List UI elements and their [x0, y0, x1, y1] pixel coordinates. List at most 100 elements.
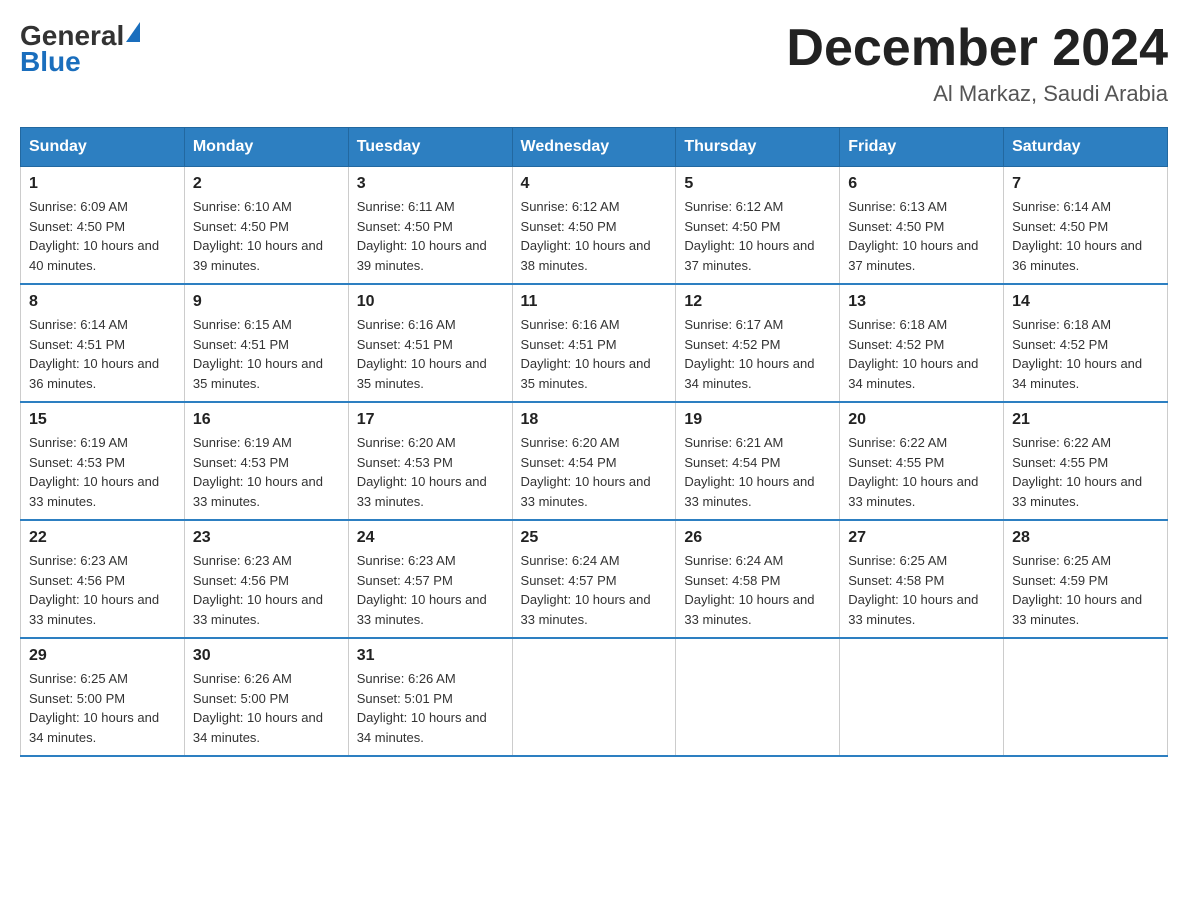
header-row: SundayMondayTuesdayWednesdayThursdayFrid… — [21, 128, 1168, 167]
day-number: 22 — [29, 529, 176, 547]
day-info: Sunrise: 6:14 AMSunset: 4:50 PMDaylight:… — [1012, 199, 1142, 273]
header-cell-sunday: Sunday — [21, 128, 185, 167]
day-number: 27 — [848, 529, 995, 547]
day-info: Sunrise: 6:25 AMSunset: 4:58 PMDaylight:… — [848, 553, 978, 627]
day-number: 6 — [848, 175, 995, 193]
header-cell-saturday: Saturday — [1004, 128, 1168, 167]
calendar-day-cell: 11 Sunrise: 6:16 AMSunset: 4:51 PMDaylig… — [512, 284, 676, 402]
day-info: Sunrise: 6:23 AMSunset: 4:56 PMDaylight:… — [193, 553, 323, 627]
calendar-day-cell: 14 Sunrise: 6:18 AMSunset: 4:52 PMDaylig… — [1004, 284, 1168, 402]
calendar-week-row: 29 Sunrise: 6:25 AMSunset: 5:00 PMDaylig… — [21, 638, 1168, 756]
calendar-day-cell: 25 Sunrise: 6:24 AMSunset: 4:57 PMDaylig… — [512, 520, 676, 638]
day-info: Sunrise: 6:16 AMSunset: 4:51 PMDaylight:… — [357, 317, 487, 391]
calendar-day-cell: 6 Sunrise: 6:13 AMSunset: 4:50 PMDayligh… — [840, 167, 1004, 285]
header-cell-tuesday: Tuesday — [348, 128, 512, 167]
calendar-day-cell: 18 Sunrise: 6:20 AMSunset: 4:54 PMDaylig… — [512, 402, 676, 520]
day-number: 1 — [29, 175, 176, 193]
calendar-day-cell: 15 Sunrise: 6:19 AMSunset: 4:53 PMDaylig… — [21, 402, 185, 520]
calendar-day-cell: 9 Sunrise: 6:15 AMSunset: 4:51 PMDayligh… — [184, 284, 348, 402]
day-number: 15 — [29, 411, 176, 429]
calendar-day-cell — [512, 638, 676, 756]
day-info: Sunrise: 6:22 AMSunset: 4:55 PMDaylight:… — [848, 435, 978, 509]
day-number: 25 — [521, 529, 668, 547]
header-cell-thursday: Thursday — [676, 128, 840, 167]
day-number: 30 — [193, 647, 340, 665]
calendar-week-row: 8 Sunrise: 6:14 AMSunset: 4:51 PMDayligh… — [21, 284, 1168, 402]
day-info: Sunrise: 6:20 AMSunset: 4:54 PMDaylight:… — [521, 435, 651, 509]
calendar-day-cell: 8 Sunrise: 6:14 AMSunset: 4:51 PMDayligh… — [21, 284, 185, 402]
day-info: Sunrise: 6:23 AMSunset: 4:57 PMDaylight:… — [357, 553, 487, 627]
calendar-day-cell: 27 Sunrise: 6:25 AMSunset: 4:58 PMDaylig… — [840, 520, 1004, 638]
calendar-day-cell: 19 Sunrise: 6:21 AMSunset: 4:54 PMDaylig… — [676, 402, 840, 520]
day-info: Sunrise: 6:16 AMSunset: 4:51 PMDaylight:… — [521, 317, 651, 391]
calendar-day-cell: 22 Sunrise: 6:23 AMSunset: 4:56 PMDaylig… — [21, 520, 185, 638]
day-number: 23 — [193, 529, 340, 547]
day-info: Sunrise: 6:23 AMSunset: 4:56 PMDaylight:… — [29, 553, 159, 627]
calendar-day-cell: 13 Sunrise: 6:18 AMSunset: 4:52 PMDaylig… — [840, 284, 1004, 402]
day-info: Sunrise: 6:25 AMSunset: 4:59 PMDaylight:… — [1012, 553, 1142, 627]
day-info: Sunrise: 6:09 AMSunset: 4:50 PMDaylight:… — [29, 199, 159, 273]
day-number: 4 — [521, 175, 668, 193]
calendar-day-cell: 7 Sunrise: 6:14 AMSunset: 4:50 PMDayligh… — [1004, 167, 1168, 285]
day-info: Sunrise: 6:18 AMSunset: 4:52 PMDaylight:… — [848, 317, 978, 391]
day-info: Sunrise: 6:17 AMSunset: 4:52 PMDaylight:… — [684, 317, 814, 391]
header-cell-friday: Friday — [840, 128, 1004, 167]
day-number: 10 — [357, 293, 504, 311]
day-info: Sunrise: 6:13 AMSunset: 4:50 PMDaylight:… — [848, 199, 978, 273]
day-number: 19 — [684, 411, 831, 429]
calendar-day-cell: 12 Sunrise: 6:17 AMSunset: 4:52 PMDaylig… — [676, 284, 840, 402]
day-number: 11 — [521, 293, 668, 311]
calendar-week-row: 1 Sunrise: 6:09 AMSunset: 4:50 PMDayligh… — [21, 167, 1168, 285]
calendar-day-cell — [676, 638, 840, 756]
calendar-day-cell: 17 Sunrise: 6:20 AMSunset: 4:53 PMDaylig… — [348, 402, 512, 520]
title-block: December 2024 Al Markaz, Saudi Arabia — [786, 20, 1168, 107]
calendar-day-cell: 28 Sunrise: 6:25 AMSunset: 4:59 PMDaylig… — [1004, 520, 1168, 638]
calendar-body: 1 Sunrise: 6:09 AMSunset: 4:50 PMDayligh… — [21, 167, 1168, 757]
calendar-day-cell: 24 Sunrise: 6:23 AMSunset: 4:57 PMDaylig… — [348, 520, 512, 638]
day-number: 24 — [357, 529, 504, 547]
day-info: Sunrise: 6:12 AMSunset: 4:50 PMDaylight:… — [521, 199, 651, 273]
day-info: Sunrise: 6:19 AMSunset: 4:53 PMDaylight:… — [29, 435, 159, 509]
day-info: Sunrise: 6:21 AMSunset: 4:54 PMDaylight:… — [684, 435, 814, 509]
calendar-day-cell: 2 Sunrise: 6:10 AMSunset: 4:50 PMDayligh… — [184, 167, 348, 285]
day-number: 21 — [1012, 411, 1159, 429]
day-info: Sunrise: 6:15 AMSunset: 4:51 PMDaylight:… — [193, 317, 323, 391]
calendar-table: SundayMondayTuesdayWednesdayThursdayFrid… — [20, 127, 1168, 757]
day-info: Sunrise: 6:24 AMSunset: 4:58 PMDaylight:… — [684, 553, 814, 627]
day-info: Sunrise: 6:26 AMSunset: 5:01 PMDaylight:… — [357, 671, 487, 745]
calendar-day-cell: 16 Sunrise: 6:19 AMSunset: 4:53 PMDaylig… — [184, 402, 348, 520]
day-info: Sunrise: 6:26 AMSunset: 5:00 PMDaylight:… — [193, 671, 323, 745]
calendar-day-cell: 5 Sunrise: 6:12 AMSunset: 4:50 PMDayligh… — [676, 167, 840, 285]
day-number: 20 — [848, 411, 995, 429]
day-number: 8 — [29, 293, 176, 311]
calendar-week-row: 15 Sunrise: 6:19 AMSunset: 4:53 PMDaylig… — [21, 402, 1168, 520]
location-subtitle: Al Markaz, Saudi Arabia — [786, 81, 1168, 107]
day-info: Sunrise: 6:24 AMSunset: 4:57 PMDaylight:… — [521, 553, 651, 627]
day-info: Sunrise: 6:20 AMSunset: 4:53 PMDaylight:… — [357, 435, 487, 509]
calendar-day-cell: 1 Sunrise: 6:09 AMSunset: 4:50 PMDayligh… — [21, 167, 185, 285]
day-number: 14 — [1012, 293, 1159, 311]
day-info: Sunrise: 6:14 AMSunset: 4:51 PMDaylight:… — [29, 317, 159, 391]
page-header: General Blue December 2024 Al Markaz, Sa… — [20, 20, 1168, 107]
logo-blue-text: Blue — [20, 46, 140, 78]
calendar-day-cell: 4 Sunrise: 6:12 AMSunset: 4:50 PMDayligh… — [512, 167, 676, 285]
day-number: 5 — [684, 175, 831, 193]
calendar-day-cell: 30 Sunrise: 6:26 AMSunset: 5:00 PMDaylig… — [184, 638, 348, 756]
calendar-day-cell: 29 Sunrise: 6:25 AMSunset: 5:00 PMDaylig… — [21, 638, 185, 756]
header-cell-wednesday: Wednesday — [512, 128, 676, 167]
calendar-week-row: 22 Sunrise: 6:23 AMSunset: 4:56 PMDaylig… — [21, 520, 1168, 638]
day-number: 7 — [1012, 175, 1159, 193]
day-info: Sunrise: 6:22 AMSunset: 4:55 PMDaylight:… — [1012, 435, 1142, 509]
logo: General Blue — [20, 20, 140, 78]
day-info: Sunrise: 6:18 AMSunset: 4:52 PMDaylight:… — [1012, 317, 1142, 391]
day-number: 13 — [848, 293, 995, 311]
day-number: 2 — [193, 175, 340, 193]
calendar-day-cell: 26 Sunrise: 6:24 AMSunset: 4:58 PMDaylig… — [676, 520, 840, 638]
day-info: Sunrise: 6:11 AMSunset: 4:50 PMDaylight:… — [357, 199, 487, 273]
calendar-day-cell — [1004, 638, 1168, 756]
day-number: 16 — [193, 411, 340, 429]
day-number: 9 — [193, 293, 340, 311]
calendar-day-cell: 10 Sunrise: 6:16 AMSunset: 4:51 PMDaylig… — [348, 284, 512, 402]
day-number: 26 — [684, 529, 831, 547]
calendar-day-cell — [840, 638, 1004, 756]
